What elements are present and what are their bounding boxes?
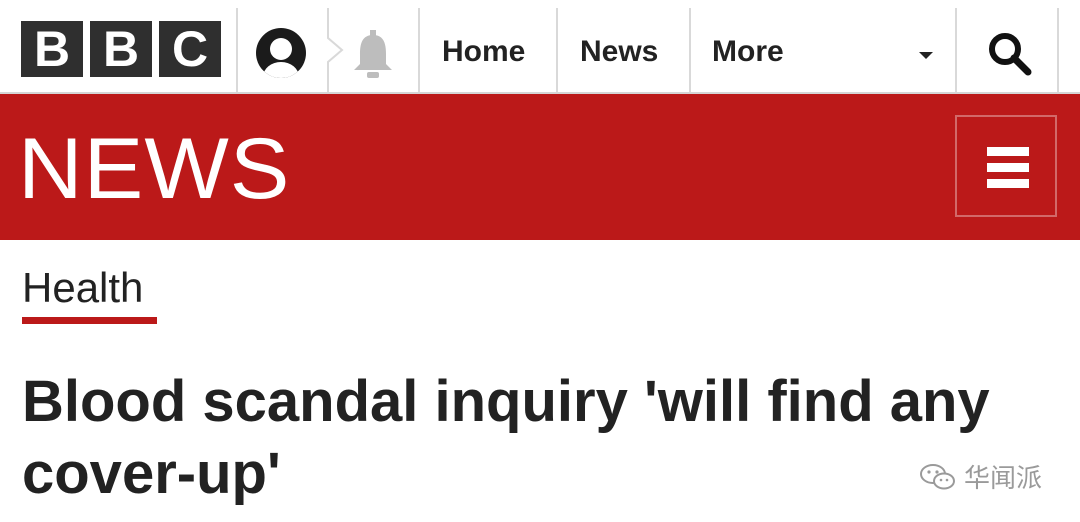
notification-bell-icon[interactable]: [349, 28, 397, 80]
watermark-text: 华闻派: [964, 464, 1043, 494]
nav-link-home[interactable]: Home: [442, 28, 525, 76]
article-headline: Blood scandal inquiry 'will find any cov…: [22, 369, 990, 506]
bbc-logo[interactable]: B B C: [21, 21, 221, 77]
nav-divider: [1057, 8, 1059, 92]
section-link-health[interactable]: Health: [22, 263, 143, 313]
nav-divider: [689, 8, 691, 92]
wechat-icon: [920, 463, 955, 489]
dropdown-caret-icon[interactable]: [916, 49, 936, 61]
news-banner: NEWS: [0, 94, 1080, 240]
hamburger-menu-button[interactable]: [955, 115, 1057, 217]
logo-letter: C: [159, 21, 221, 77]
nav-divider: [955, 8, 957, 92]
news-wordmark[interactable]: NEWS: [18, 124, 290, 214]
account-icon[interactable]: [256, 28, 306, 78]
nav-divider: [556, 8, 558, 92]
top-navigation-bar: B B C Home News More: [0, 0, 1080, 94]
nav-divider: [418, 8, 420, 92]
search-icon[interactable]: [986, 30, 1032, 76]
nav-divider: [236, 8, 238, 92]
nav-link-more[interactable]: More: [712, 28, 784, 76]
chevron-divider: [327, 8, 344, 92]
watermark: 华闻派: [918, 458, 1042, 495]
logo-letter: B: [90, 21, 152, 77]
logo-letter: B: [21, 21, 83, 77]
hamburger-menu-icon: [987, 147, 1029, 156]
section-underline: [22, 317, 157, 324]
nav-link-news[interactable]: News: [580, 28, 658, 76]
